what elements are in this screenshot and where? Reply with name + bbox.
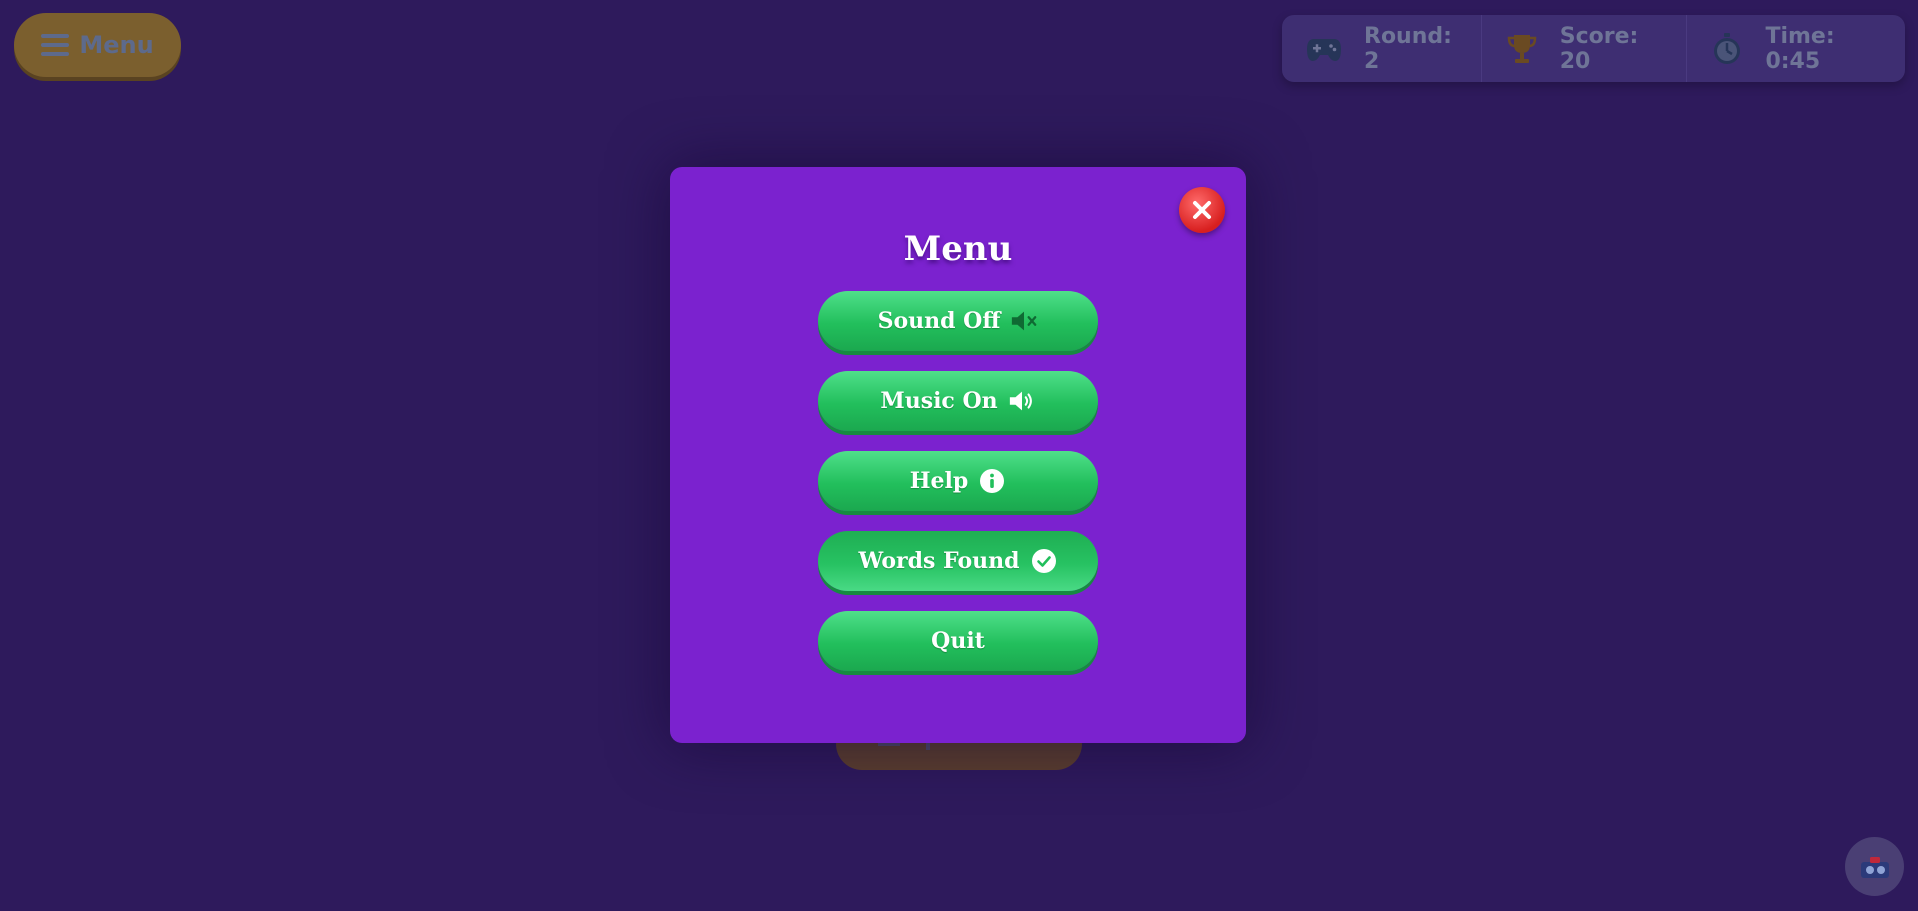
words-found-label: Words Found [858,548,1020,574]
gamepad-icon [1306,31,1342,67]
stopwatch-icon [1711,31,1743,67]
camera-icon [1860,856,1889,878]
modal-title: Menu [903,229,1013,269]
close-button[interactable] [1179,187,1225,233]
words-found-button[interactable]: Words Found [818,531,1098,591]
info-icon [978,467,1006,495]
status-panel: Round: 2 Score: 20 Time: 0:45 [1282,15,1905,82]
round-stat: Round: 2 [1282,15,1481,82]
check-circle-icon [1030,547,1058,575]
close-icon [1193,201,1211,219]
menu-modal: Menu Sound Off Music On Help Words Found… [670,167,1246,743]
menu-button-label: Menu [79,31,154,59]
sound-toggle-button[interactable]: Sound Off [818,291,1098,351]
music-toggle-label: Music On [880,388,998,414]
speaker-muted-icon [1010,307,1038,335]
hamburger-icon [41,34,70,56]
time-label: Time: 0:45 [1765,23,1835,74]
round-label: Round: 2 [1364,23,1452,74]
quit-label: Quit [931,628,985,654]
quit-button[interactable]: Quit [818,611,1098,671]
game-screen: Menu Round: 2 Score: 20 Time: 0:45 Menu … [0,0,1918,911]
help-button[interactable]: Help [818,451,1098,511]
time-stat: Time: 0:45 [1686,15,1905,82]
score-label: Score: 20 [1559,23,1639,74]
camera-button[interactable] [1845,837,1904,896]
help-label: Help [909,468,969,494]
score-stat: Score: 20 [1481,15,1686,82]
speaker-on-icon [1008,387,1036,415]
music-toggle-button[interactable]: Music On [818,371,1098,431]
sound-toggle-label: Sound Off [877,308,1001,334]
trophy-icon [1506,31,1538,67]
open-menu-button[interactable]: Menu [14,13,181,77]
